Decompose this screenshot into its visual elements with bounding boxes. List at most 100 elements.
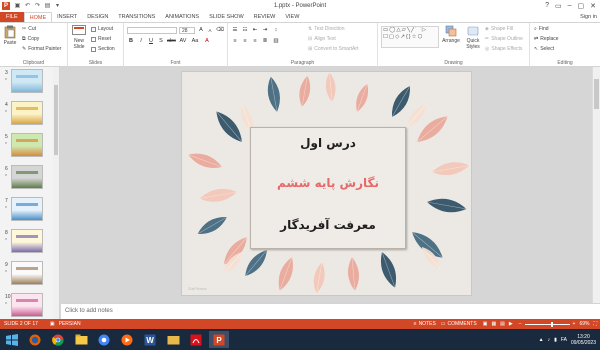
slide-sorter-icon[interactable]: ▦ xyxy=(491,321,496,327)
thumbnail-image[interactable] xyxy=(11,165,43,189)
convert-smartart-button[interactable]: ⊞ Convert to SmartArt xyxy=(308,46,358,52)
tab-design[interactable]: DESIGN xyxy=(82,12,113,22)
help-button[interactable]: ? xyxy=(545,2,549,10)
thumbnail-image[interactable] xyxy=(11,261,43,285)
zoom-level[interactable]: 69% xyxy=(579,321,589,327)
language-code[interactable]: FA xyxy=(561,337,567,343)
zoom-slider-knob[interactable] xyxy=(550,321,553,327)
slide-thumbnail-9[interactable]: 9 * xyxy=(0,261,52,291)
reading-view-icon[interactable]: ▤ xyxy=(500,321,505,327)
shape-effects-button[interactable]: ◎ Shape Effects xyxy=(485,46,522,52)
thumbnail-image[interactable] xyxy=(11,293,43,317)
reset-button[interactable]: Reset xyxy=(91,36,111,42)
slide-title-line-2[interactable]: نگارش پایه ششم xyxy=(251,176,405,190)
tab-insert[interactable]: INSERT xyxy=(52,12,82,22)
maximize-button[interactable]: ▢ xyxy=(578,2,585,10)
grow-font-button[interactable]: A xyxy=(197,27,205,34)
section-button[interactable]: Section xyxy=(91,46,115,52)
powerpoint-app-icon[interactable]: P xyxy=(2,1,10,10)
slide-thumbnail-8[interactable]: 8 * xyxy=(0,229,52,259)
slide-title-line-1[interactable]: درس اول xyxy=(251,136,405,150)
shape-outline-button[interactable]: ✏ Shape Outline xyxy=(485,36,523,42)
tab-animations[interactable]: ANIMATIONS xyxy=(160,12,204,22)
fit-slide-icon[interactable]: ⛶ xyxy=(593,321,597,327)
quick-styles-button[interactable]: Quick Styles xyxy=(463,25,483,50)
cut-button[interactable]: ✂ Cut xyxy=(22,26,36,32)
paste-button[interactable]: Paste xyxy=(2,25,18,46)
underline-button[interactable]: U xyxy=(147,38,155,45)
current-slide[interactable]: درس اول نگارش پایه ششم معرفت آفریدگار Zi… xyxy=(181,71,472,296)
line-spacing-icon[interactable]: ↕ xyxy=(272,27,280,34)
word-icon[interactable]: W xyxy=(140,331,160,348)
slide-thumbnail-10[interactable]: 10 * xyxy=(0,293,52,319)
font-color-button[interactable]: A xyxy=(203,38,211,45)
font-size-combo[interactable]: 28 xyxy=(179,27,195,34)
normal-view-icon[interactable]: ▣ xyxy=(483,321,488,327)
align-center-icon[interactable]: ≡ xyxy=(241,38,249,45)
canvas-scrollbar[interactable] xyxy=(592,67,600,303)
minimize-button[interactable]: – xyxy=(568,2,572,10)
undo-icon[interactable]: ↶ xyxy=(24,2,31,9)
shrink-font-button[interactable]: A xyxy=(206,27,214,34)
clear-format-icon[interactable]: ⌫ xyxy=(216,27,224,34)
shapes-gallery[interactable]: ▭◯△▱╲╱⌒▷ ☐▢◇↗{}☆⬡ xyxy=(381,26,439,48)
chrome-icon[interactable] xyxy=(94,331,114,348)
thumbnail-image[interactable] xyxy=(11,101,43,125)
shadow-button[interactable]: S xyxy=(157,38,165,45)
battery-icon[interactable]: ▮ xyxy=(554,337,557,343)
chrome-icon[interactable] xyxy=(48,331,68,348)
thumbnail-image[interactable] xyxy=(11,197,43,221)
text-direction-button[interactable]: ⇅ Text Direction xyxy=(308,26,345,32)
tab-view[interactable]: VIEW xyxy=(280,12,304,22)
slideshow-view-icon[interactable]: ▶ xyxy=(509,321,513,327)
tab-transitions[interactable]: TRANSITIONS xyxy=(113,12,160,22)
increase-indent-icon[interactable]: ⇥ xyxy=(261,27,269,34)
tab-slide-show[interactable]: SLIDE SHOW xyxy=(204,12,249,22)
ribbon-display-button[interactable]: ▭ xyxy=(555,2,562,10)
notes-toggle[interactable]: NOTES xyxy=(419,321,436,327)
notes-pane[interactable]: Click to add notes xyxy=(61,303,600,319)
font-name-combo[interactable] xyxy=(127,27,177,34)
align-left-icon[interactable]: ≡ xyxy=(231,38,239,45)
zoom-in-button[interactable]: + xyxy=(573,321,576,327)
slide-thumbnail-3[interactable]: 3 * xyxy=(0,69,52,99)
align-right-icon[interactable]: ≡ xyxy=(251,38,259,45)
firefox-icon[interactable] xyxy=(25,331,45,348)
change-case-button[interactable]: Aa xyxy=(191,38,199,45)
tab-home[interactable]: HOME xyxy=(23,12,53,22)
thumbnail-scroll-handle[interactable] xyxy=(54,85,58,155)
thumbnail-image[interactable] xyxy=(11,69,43,93)
spellcheck-icon[interactable]: ▣ xyxy=(50,321,55,327)
find-button[interactable]: ⌕ Find xyxy=(534,26,549,32)
media-icon[interactable] xyxy=(117,331,137,348)
file-explorer-icon[interactable] xyxy=(71,331,91,348)
close-button[interactable]: ✕ xyxy=(590,2,596,10)
bold-button[interactable]: B xyxy=(127,38,135,45)
redo-icon[interactable]: ↷ xyxy=(34,2,41,9)
comments-toggle[interactable]: COMMENTS xyxy=(448,321,477,327)
copy-button[interactable]: ⧉ Copy xyxy=(22,36,39,42)
customize-qat-icon[interactable]: ▾ xyxy=(54,2,61,9)
slide-thumbnail-6[interactable]: 6 * xyxy=(0,165,52,195)
acrobat-icon[interactable] xyxy=(186,331,206,348)
save-icon[interactable]: ▣ xyxy=(14,2,21,9)
clock[interactable]: 13:20 09/05/2023 xyxy=(571,334,596,346)
bullets-icon[interactable]: ☰ xyxy=(231,27,239,34)
thumbnail-image[interactable] xyxy=(11,229,43,253)
slide-thumbnail-7[interactable]: 7 * xyxy=(0,197,52,227)
shape-fill-button[interactable]: ◈ Shape Fill xyxy=(485,26,513,32)
replace-button[interactable]: ⇄ Replace xyxy=(534,36,559,42)
slide-thumbnails-pane[interactable]: 3 * 4 * 5 * 6 * 7 * 8 * 9 * 10 * xyxy=(0,67,60,319)
italic-button[interactable]: I xyxy=(137,38,145,45)
language-indicator[interactable]: PERSIAN xyxy=(59,321,81,327)
slide-thumbnail-5[interactable]: 5 * xyxy=(0,133,52,163)
new-slide-button[interactable]: New Slide xyxy=(70,25,88,50)
zoom-out-button[interactable]: – xyxy=(519,321,522,327)
thumbnail-image[interactable] xyxy=(11,133,43,157)
columns-icon[interactable]: ▥ xyxy=(272,38,280,45)
canvas-scroll-handle[interactable] xyxy=(594,79,599,109)
decrease-indent-icon[interactable]: ⇤ xyxy=(251,27,259,34)
volume-icon[interactable]: ♪ xyxy=(548,337,551,343)
slide-thumbnail-4[interactable]: 4 * xyxy=(0,101,52,131)
strikethrough-button[interactable]: abc xyxy=(167,38,176,45)
